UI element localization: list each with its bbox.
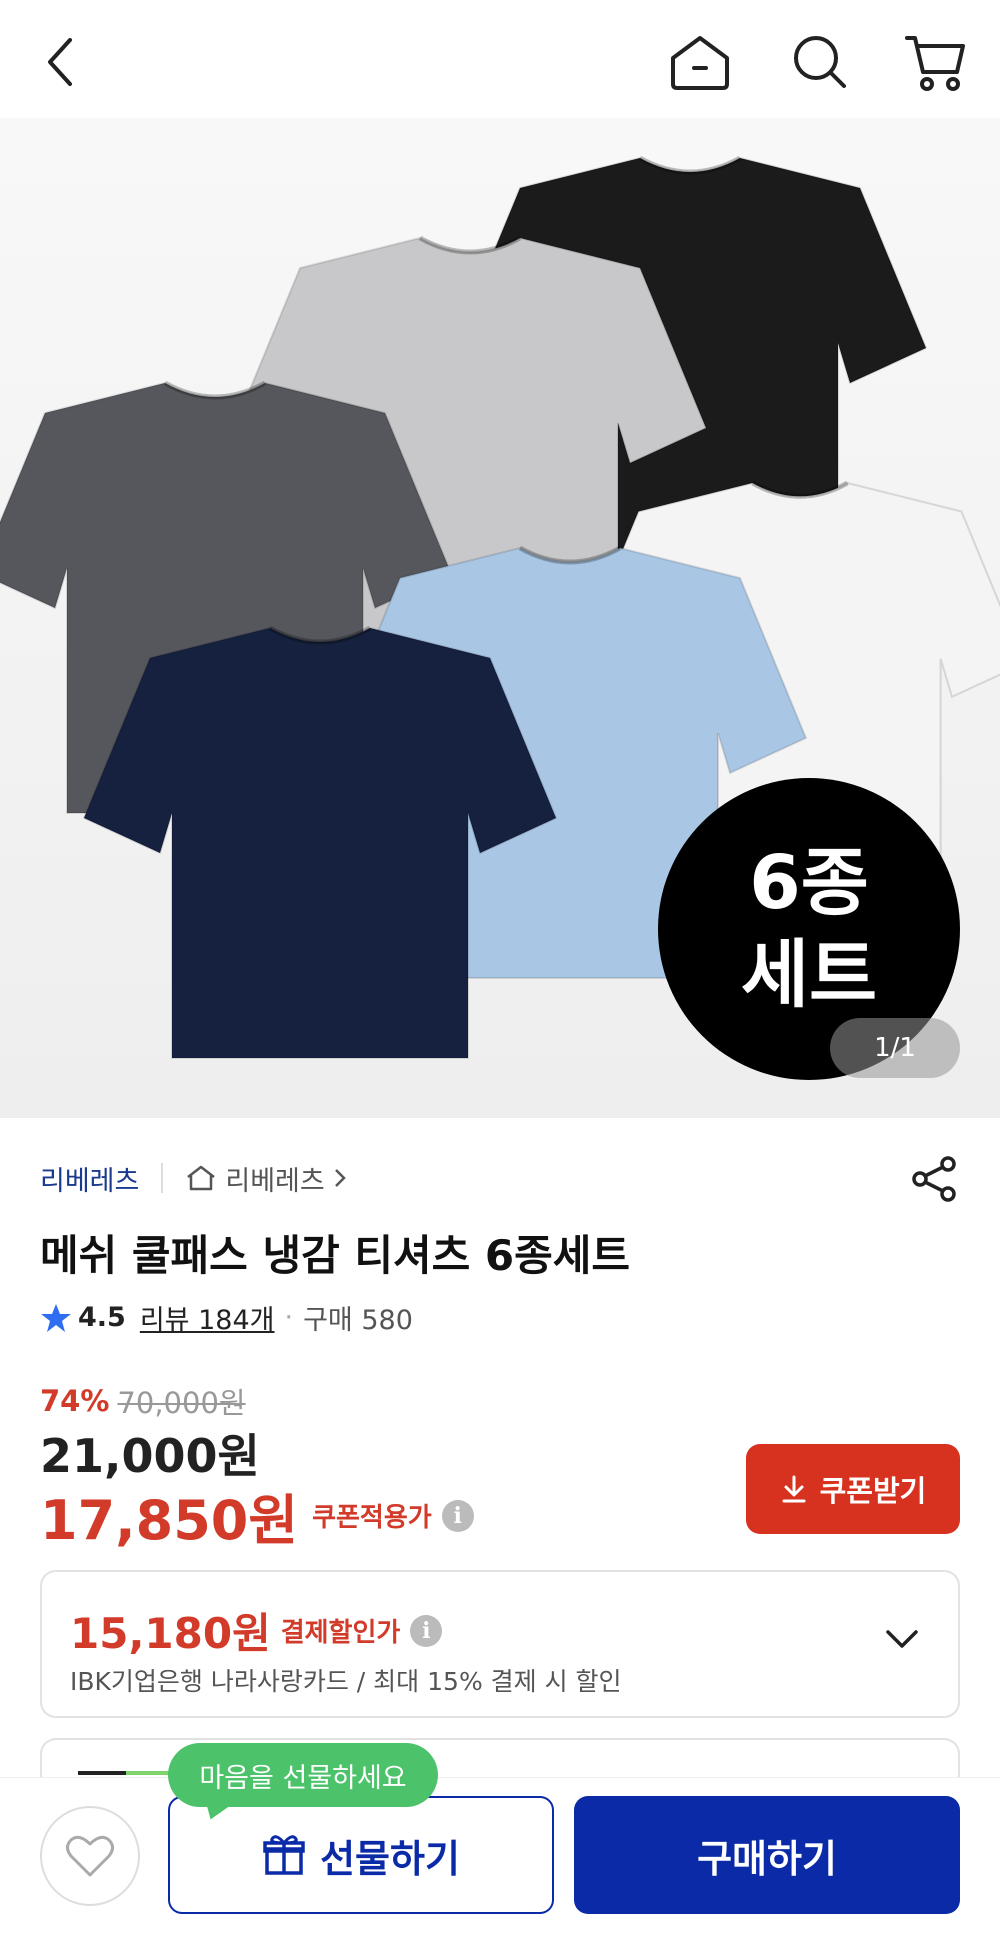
home-button[interactable] — [660, 22, 740, 102]
top-nav-bar — [0, 0, 1000, 118]
buy-button[interactable]: 구매하기 — [574, 1796, 960, 1914]
rating-value: 4.5 — [78, 1302, 126, 1333]
badge-line-1: 6종 — [749, 840, 869, 926]
rating-row: 4.5 리뷰 184개 · 구매 580 — [40, 1298, 413, 1337]
info-icon[interactable]: i — [410, 1614, 443, 1647]
back-arrow-icon — [48, 38, 72, 86]
home-icon — [671, 36, 729, 90]
divider — [161, 1163, 164, 1193]
badge-line-2: 세트 — [740, 932, 878, 1018]
chevron-down-icon[interactable] — [882, 1624, 922, 1654]
store-home-icon — [187, 1165, 216, 1191]
heart-icon — [66, 1835, 114, 1877]
chevron-right-icon — [334, 1169, 346, 1187]
discount-rate: 74% — [40, 1384, 110, 1418]
store-name: 리베레츠 — [225, 1165, 325, 1197]
payment-discount-label: 결제할인가 — [280, 1618, 401, 1648]
cart-icon — [905, 36, 965, 91]
original-price: 70,000원 — [117, 1386, 246, 1420]
coupon-button-label: 쿠폰받기 — [819, 1474, 927, 1508]
payment-discount-header: 15,180원 결제할인가 i — [70, 1600, 443, 1661]
info-icon[interactable]: i — [441, 1499, 474, 1532]
coupon-download-button[interactable]: 쿠폰받기 — [746, 1444, 960, 1534]
payment-discount-price: 15,180원 — [70, 1609, 271, 1658]
star-icon — [41, 1303, 71, 1332]
payment-discount-description: IBK기업은행 나라사랑카드 / 최대 15% 결제 시 할인 — [70, 1667, 622, 1696]
gift-icon — [263, 1835, 305, 1875]
cart-button[interactable] — [895, 22, 975, 102]
bottom-action-bar: 선물하기 구매하기 — [0, 1777, 1000, 1935]
discount-row: 74% 70,000원 — [40, 1380, 246, 1422]
product-title: 메쉬 쿨패스 냉감 티셔츠 6종세트 — [40, 1231, 631, 1280]
coupon-price-row: 17,850원 쿠폰적용가 i — [40, 1476, 474, 1555]
download-icon — [782, 1475, 806, 1503]
product-image-carousel[interactable]: 6종 세트 1/1 — [0, 118, 1000, 1118]
review-link[interactable]: 리뷰 184개 — [140, 1298, 275, 1337]
back-button[interactable] — [20, 22, 100, 102]
payment-discount-box[interactable]: 15,180원 결제할인가 i IBK기업은행 나라사랑카드 / 최대 15% … — [40, 1570, 960, 1718]
gift-button-label: 선물하기 — [320, 1836, 460, 1881]
brand-row: 리베레츠 리베레츠 — [40, 1158, 347, 1198]
share-button[interactable] — [910, 1154, 960, 1208]
dot-separator: · — [284, 1302, 294, 1333]
coupon-price-label: 쿠폰적용가 — [312, 1503, 432, 1533]
brand-link[interactable]: 리베레츠 — [40, 1159, 139, 1198]
purchase-count: 구매 580 — [303, 1305, 413, 1336]
search-icon — [794, 36, 846, 88]
share-icon — [912, 1156, 956, 1202]
search-button[interactable] — [780, 22, 860, 102]
image-pager: 1/1 — [830, 1018, 960, 1078]
store-link[interactable]: 리베레츠 — [185, 1159, 346, 1198]
coupon-price: 17,850원 — [40, 1489, 299, 1552]
wishlist-button[interactable] — [40, 1806, 140, 1906]
navy-tshirt — [82, 626, 558, 1059]
